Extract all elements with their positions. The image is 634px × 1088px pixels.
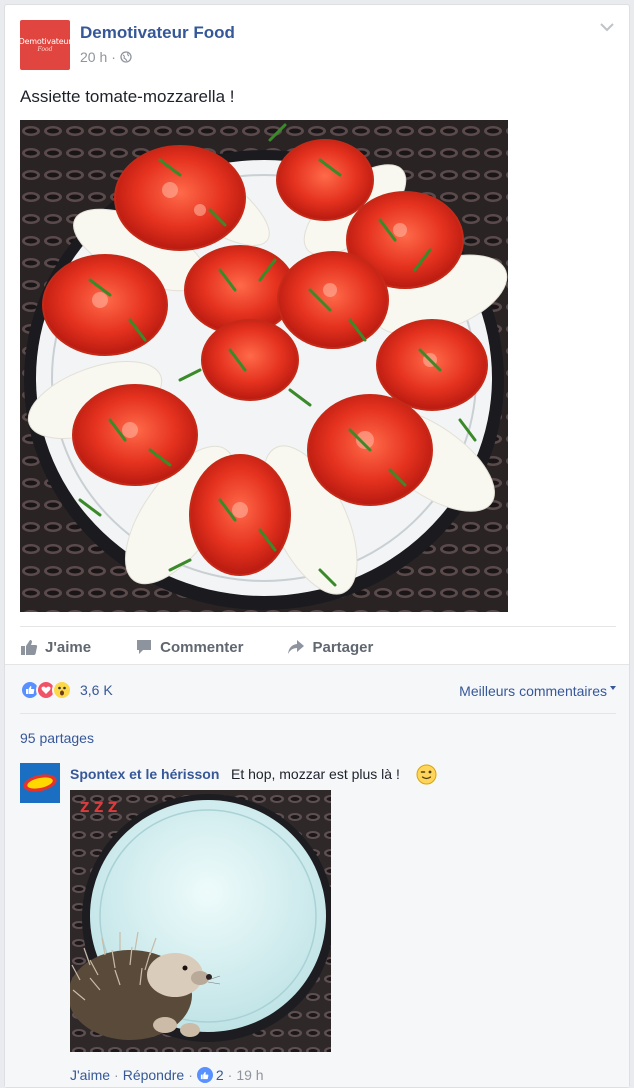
- separator: ·: [114, 1067, 119, 1083]
- comment-sort-dropdown[interactable]: Meilleurs commentaires: [459, 683, 616, 699]
- comment-like-count[interactable]: 2: [216, 1067, 224, 1083]
- wink-emoji-icon: [416, 764, 437, 785]
- separator: ·: [188, 1067, 193, 1083]
- tomato-mozzarella-illustration: [20, 120, 508, 612]
- actions-divider: [20, 626, 616, 627]
- post-photo[interactable]: [20, 120, 508, 612]
- caret-down-icon: [610, 686, 616, 690]
- like-button[interactable]: J'aime: [20, 638, 91, 656]
- like-label: J'aime: [45, 638, 92, 656]
- share-button[interactable]: Partager: [287, 638, 373, 656]
- separator: ·: [227, 1067, 233, 1083]
- reaction-count: 3,6 K: [80, 682, 113, 698]
- post-timestamp[interactable]: 20 h: [80, 49, 107, 65]
- avatar-logo-text: Demotivateur: [20, 37, 70, 46]
- comment-actions: J'aime · Répondre · 2 · 19 h: [70, 1067, 264, 1083]
- post-text: Assiette tomate-mozzarella !: [20, 87, 235, 106]
- page-avatar[interactable]: Demotivateur Food: [20, 20, 70, 70]
- avatar-logo-subtext: Food: [37, 46, 53, 53]
- comment-button[interactable]: Commenter: [135, 638, 243, 656]
- share-label: Partager: [312, 638, 374, 656]
- comment-icon: [137, 640, 152, 654]
- globe-icon: [120, 51, 132, 63]
- thumbs-up-icon: [21, 640, 38, 655]
- hedgehog-plate-illustration: Z Z Z: [70, 790, 331, 1052]
- post-card: Demotivateur Food Demotivateur Food 20 h…: [4, 4, 630, 1088]
- comment-photo[interactable]: Z Z Z: [70, 790, 331, 1052]
- comment-text: Et hop, mozzar est plus là !: [231, 766, 400, 782]
- comment-author-link[interactable]: Spontex et le hérisson: [70, 766, 219, 782]
- page-name-link[interactable]: Demotivateur Food: [80, 23, 235, 43]
- comment-like-button[interactable]: J'aime: [70, 1067, 110, 1083]
- wow-reaction-icon: [52, 680, 72, 700]
- shares-count-link[interactable]: 95 partages: [20, 730, 94, 746]
- reactions-summary[interactable]: 3,6 K: [20, 680, 113, 700]
- sort-label: Meilleurs commentaires: [459, 683, 607, 699]
- comment-timestamp[interactable]: 19 h: [236, 1067, 263, 1083]
- post-meta: 20 h ·: [80, 49, 132, 65]
- reactions-divider: [20, 713, 616, 714]
- spontex-logo-icon: [20, 763, 60, 803]
- comment-like-count-icon: [196, 1067, 213, 1083]
- post-actions: J'aime Commenter Partager: [20, 633, 616, 661]
- zzz-caption: Z Z Z: [80, 801, 117, 816]
- commenter-avatar[interactable]: [20, 763, 60, 803]
- meta-separator: ·: [111, 49, 116, 65]
- chevron-down-icon[interactable]: [599, 21, 615, 33]
- comment-label: Commenter: [160, 638, 244, 656]
- comment-reply-button[interactable]: Répondre: [123, 1067, 185, 1083]
- share-arrow-icon: [288, 640, 305, 654]
